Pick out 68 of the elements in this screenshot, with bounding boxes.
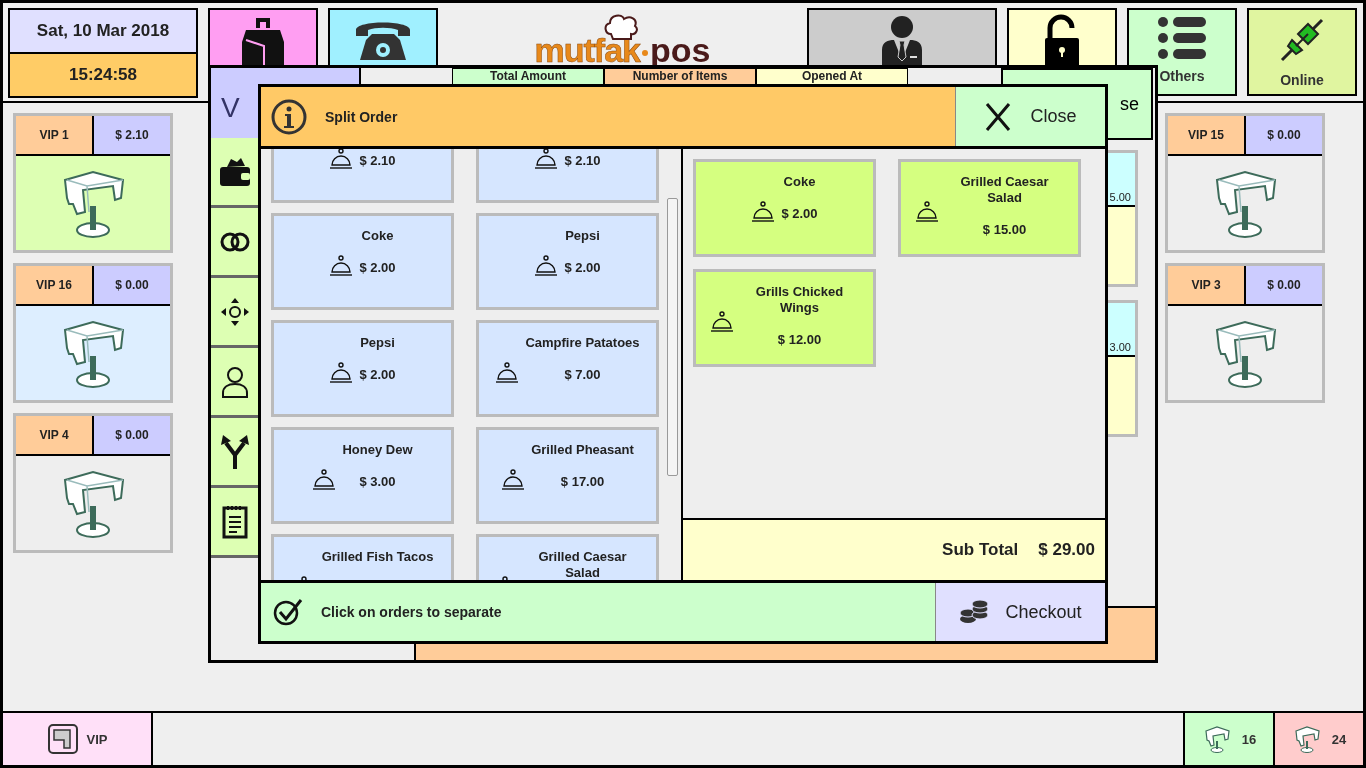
table-name: VIP 1 (16, 116, 94, 154)
menu-item-card[interactable]: $ 2.10 (476, 149, 659, 203)
table-amount: $ 0.00 (94, 266, 170, 304)
coins-icon (959, 599, 990, 625)
floor-plan-icon (46, 723, 79, 755)
split-button[interactable] (211, 418, 259, 488)
move-icon (220, 296, 250, 327)
table-card[interactable]: VIP 16 $ 0.00 (13, 263, 173, 403)
menu-item-card[interactable]: $ 2.10 (271, 149, 454, 203)
cloche-icon (914, 200, 941, 224)
table-card[interactable]: VIP 15 $ 0.00 (1165, 113, 1325, 253)
table-name: VIP 3 (1168, 266, 1246, 304)
line-amount: 5.00 (1109, 191, 1131, 203)
merge-button[interactable] (211, 208, 259, 278)
menu-item-card[interactable]: Grilled Caesar Salad (476, 534, 659, 580)
table-amount: $ 0.00 (1246, 116, 1322, 154)
selected-item-card[interactable]: Grilled Caesar Salad $ 15.00 (898, 159, 1081, 257)
menu-item-card[interactable]: Campfire Patatoes $ 7.00 (476, 320, 659, 417)
chef-hat-icon (602, 12, 639, 40)
notepad-icon (222, 504, 248, 539)
online-button[interactable]: Online (1247, 8, 1357, 96)
payment-button[interactable] (211, 138, 259, 208)
table-name: VIP 4 (16, 416, 94, 454)
time-label: 15:24:58 (10, 54, 196, 96)
notes-button[interactable] (211, 488, 259, 558)
table-amount: $ 0.00 (1246, 266, 1322, 304)
table-name: VIP 16 (16, 266, 94, 304)
line-amount: 3.00 (1109, 341, 1131, 353)
table-card[interactable]: VIP 1 $ 2.10 (13, 113, 173, 253)
menu-item-card[interactable]: Coke $ 2.00 (271, 213, 454, 310)
scrollbar[interactable] (667, 198, 678, 476)
area-button[interactable]: VIP (3, 713, 153, 765)
list-icon (1157, 16, 1207, 60)
fork-arrow-icon (221, 434, 249, 469)
menu-item-card[interactable]: Pepsi $ 2.00 (476, 213, 659, 310)
table-card[interactable]: VIP 4 $ 0.00 (13, 413, 173, 553)
table-card[interactable]: VIP 3 $ 0.00 (1165, 263, 1325, 403)
subtotal-value: $ 29.00 (1038, 540, 1095, 560)
table-amount: $ 2.10 (94, 116, 170, 154)
menu-item-card[interactable]: Grilled Fish Tacos (271, 534, 454, 580)
table-count-button[interactable]: 24 (1273, 713, 1363, 765)
table-amount: $ 0.00 (94, 416, 170, 454)
selected-item-card[interactable]: Grills Chicked Wings $ 12.00 (693, 269, 876, 367)
close-button[interactable]: Close (955, 87, 1105, 146)
logo-text: pos (650, 31, 711, 70)
close-icon (984, 101, 1013, 132)
logo-text: mutfak (534, 31, 640, 70)
cloche-icon (709, 310, 736, 334)
hint-text: Click on orders to separate (321, 604, 503, 620)
menu-item-card[interactable]: Grilled Pheasant $ 17.00 (476, 427, 659, 524)
plug-icon (1278, 16, 1326, 64)
date-label: Sat, 10 Mar 2018 (10, 10, 196, 54)
customer-button[interactable] (211, 348, 259, 418)
move-button[interactable] (211, 278, 259, 348)
wallet-icon (219, 156, 251, 187)
subtotal-label: Sub Total (942, 540, 1019, 560)
logo-dot-icon (642, 50, 648, 56)
table-name: VIP 15 (1168, 116, 1246, 154)
selected-item-card[interactable]: Coke $ 2.00 (693, 159, 876, 257)
menu-item-card[interactable]: Honey Dew $ 3.00 (271, 427, 454, 524)
table-count-button[interactable]: 16 (1183, 713, 1273, 765)
check-icon (273, 598, 303, 626)
person-icon (221, 365, 249, 398)
rings-icon (220, 231, 250, 252)
checkout-button[interactable]: Checkout (935, 583, 1105, 641)
info-icon (271, 98, 307, 135)
menu-item-card[interactable]: Pepsi $ 2.00 (271, 320, 454, 417)
others-button[interactable]: Others (1127, 8, 1237, 96)
